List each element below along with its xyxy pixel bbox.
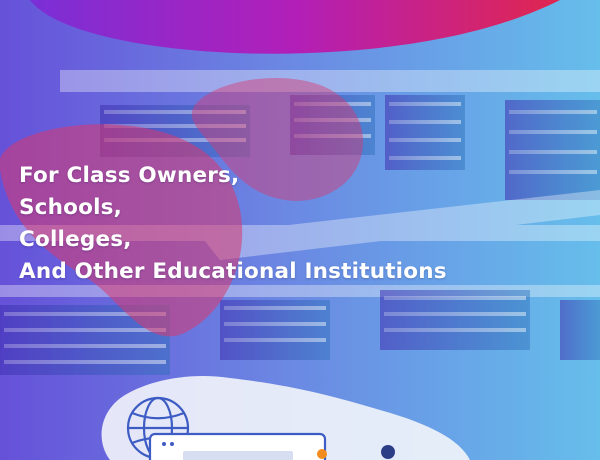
- blue-dot: [381, 445, 395, 459]
- headline-line-2: Schools,: [19, 195, 123, 220]
- headline-line-4: And Other Educational Institutions: [19, 259, 447, 284]
- headline-line-1: For Class Owners,: [19, 163, 240, 188]
- promo-banner: For Class Owners, Schools, Colleges, And…: [0, 0, 600, 460]
- laptop-icon: [148, 432, 327, 460]
- headline: For Class Owners, Schools, Colleges, And…: [19, 160, 579, 288]
- orange-dot: [317, 449, 327, 459]
- education-illustration: [101, 375, 470, 460]
- headline-line-3: Colleges,: [19, 227, 132, 252]
